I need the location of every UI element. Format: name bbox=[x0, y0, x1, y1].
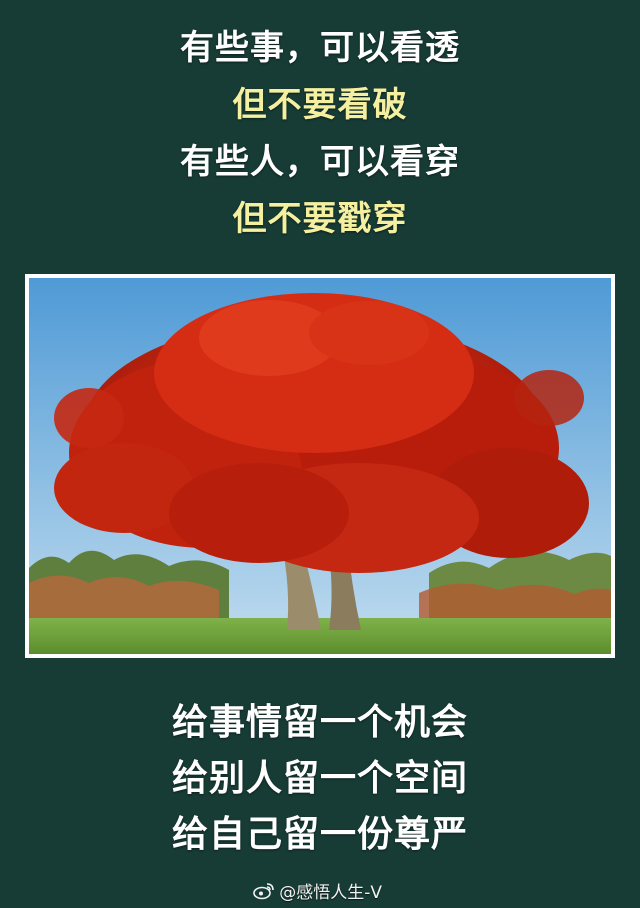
bottom-line-3: 给自己留一份尊严 bbox=[171, 814, 468, 855]
top-line-1: 有些事，可以看透 bbox=[180, 28, 460, 68]
bottom-line-2: 给别人留一个空间 bbox=[171, 758, 468, 799]
weibo-icon bbox=[253, 882, 275, 900]
top-text-block: 有些事，可以看透 但不要看破 有些人，可以看穿 但不要戳穿 bbox=[0, 20, 640, 248]
weibo-watermark: @感悟人生-V bbox=[253, 878, 382, 903]
watermark-text: @感悟人生-V bbox=[279, 883, 382, 903]
top-line-2: 但不要看破 bbox=[232, 85, 408, 125]
tree-photo bbox=[25, 274, 615, 658]
top-line-3: 有些人，可以看穿 bbox=[180, 142, 460, 182]
bottom-text-block: 给事情留一个机会 给别人留一个空间 给自己留一份尊严 bbox=[0, 695, 640, 863]
red-tree-illustration bbox=[29, 278, 611, 654]
bottom-line-1: 给事情留一个机会 bbox=[171, 702, 468, 743]
top-line-4: 但不要戳穿 bbox=[232, 199, 408, 239]
